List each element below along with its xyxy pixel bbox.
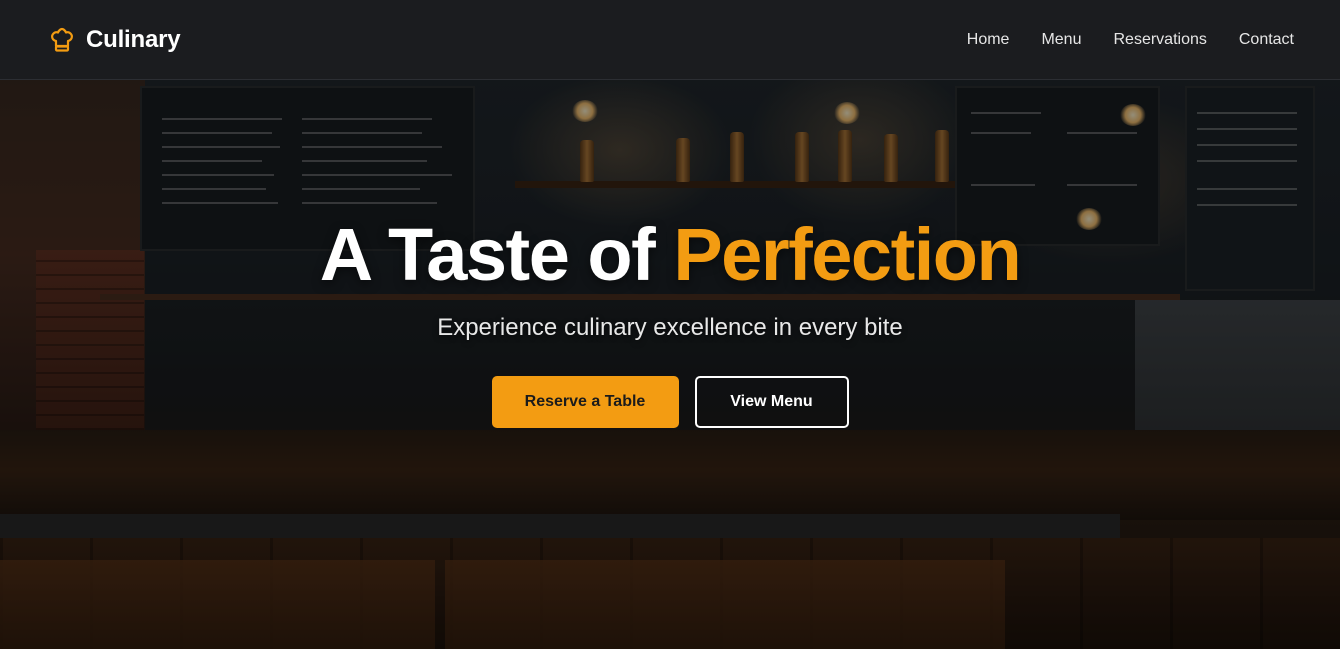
chef-hat-icon xyxy=(48,26,76,54)
hero-headline: A Taste of Perfection xyxy=(319,210,1022,300)
brand-logo[interactable]: Culinary xyxy=(48,25,181,54)
main-nav: Home Menu Reservations Contact xyxy=(967,31,1294,49)
nav-home[interactable]: Home xyxy=(967,31,1010,49)
view-menu-button[interactable]: View Menu xyxy=(694,376,849,428)
brand-name: Culinary xyxy=(86,25,181,53)
cta-row: Reserve a Table View Menu xyxy=(491,376,849,428)
nav-reservations[interactable]: Reservations xyxy=(1113,31,1206,49)
nav-contact[interactable]: Contact xyxy=(1239,31,1294,49)
headline-accent: Perfection xyxy=(673,213,1021,296)
hero-content: A Taste of Perfection Experience culinar… xyxy=(0,210,1340,428)
hero-subheadline: Experience culinary excellence in every … xyxy=(437,314,903,341)
site-header: Culinary Home Menu Reservations Contact xyxy=(0,0,1340,80)
reserve-table-button[interactable]: Reserve a Table xyxy=(491,376,679,428)
headline-prefix: A Taste of xyxy=(319,213,656,296)
nav-menu[interactable]: Menu xyxy=(1041,31,1081,49)
